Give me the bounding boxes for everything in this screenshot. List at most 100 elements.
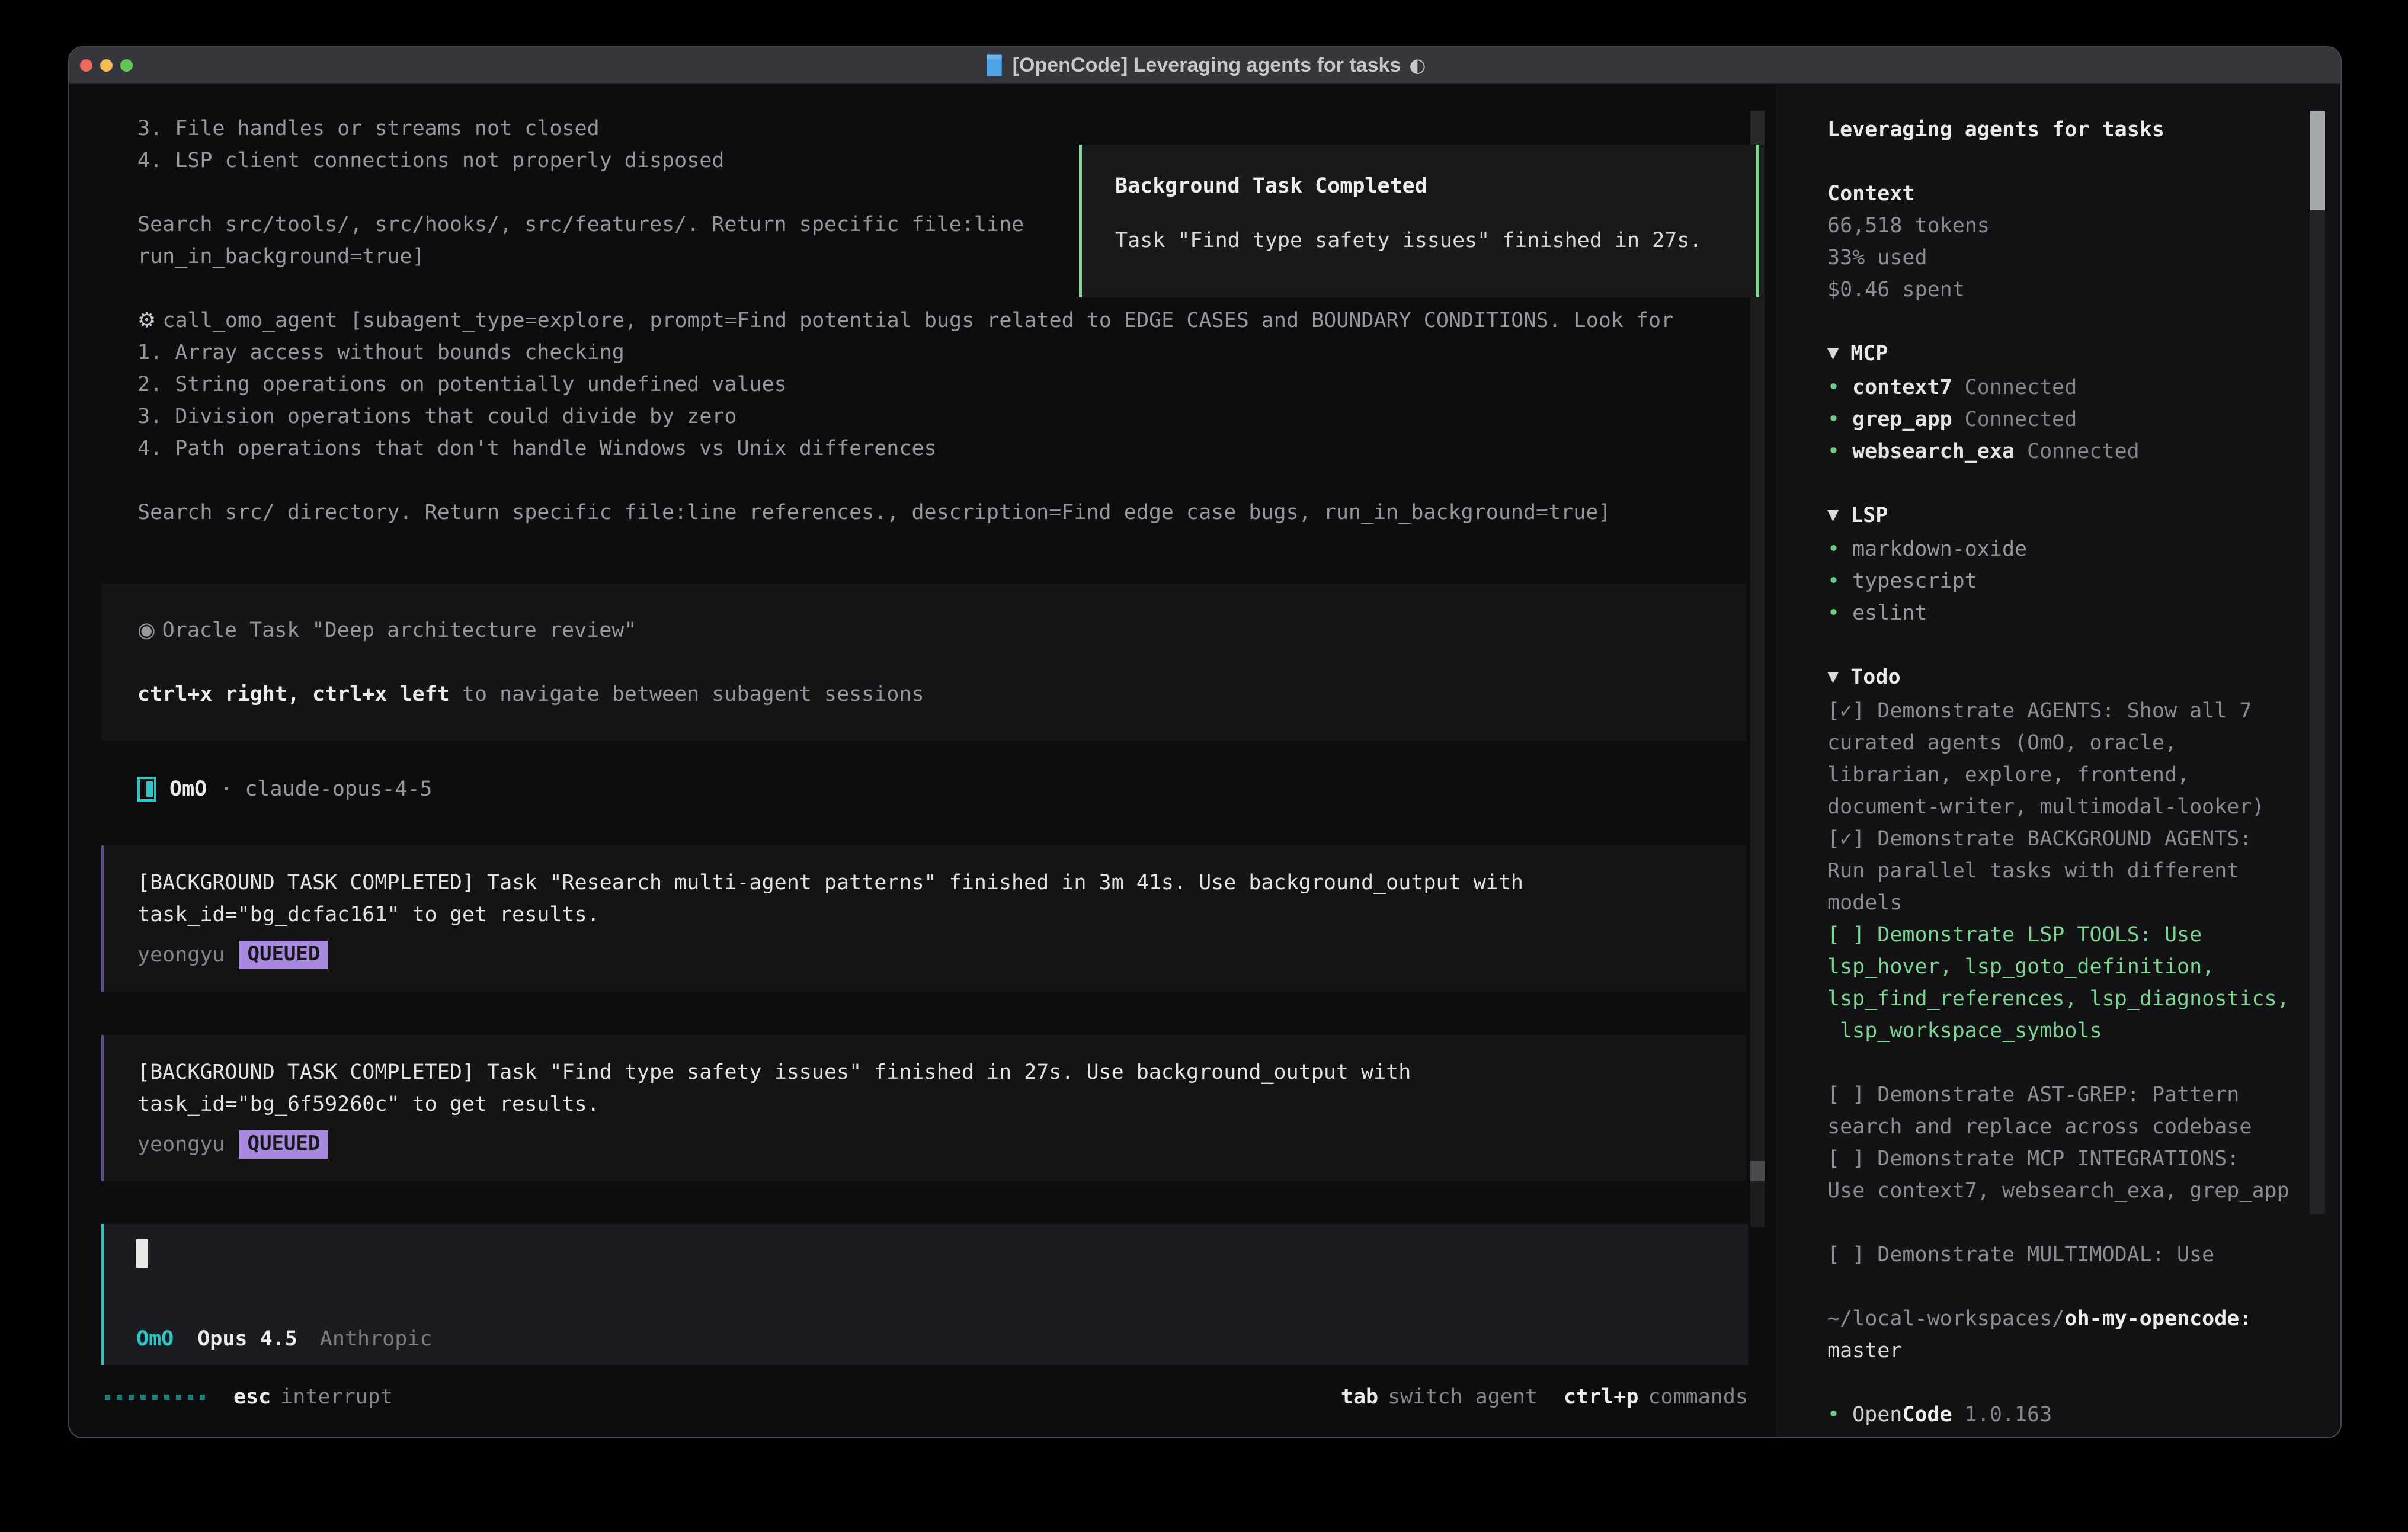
status-dot-icon: • — [1827, 569, 1840, 593]
ctrlp-key-hint: ctrl+p — [1564, 1385, 1638, 1409]
lsp-item: •markdown-oxide — [1827, 533, 2308, 565]
log-line: 1. Array access without bounds checking — [137, 336, 1755, 368]
mcp-item: •grep_appConnected — [1827, 403, 2308, 435]
message-body: [BACKGROUND TASK COMPLETED] Task "Find t… — [137, 1056, 1746, 1120]
workspace-path: ~/local-workspaces/oh-my-opencode: — [1827, 1303, 2308, 1335]
spinner-dot — [140, 1395, 146, 1400]
prompt-input[interactable]: OmO Opus 4.5 Anthropic — [101, 1224, 1748, 1365]
todo-item: [✓] Demonstrate BACKGROUND AGENTS: Run p… — [1827, 823, 2308, 919]
message-user: yeongyu — [137, 1129, 225, 1161]
spinner-dot — [129, 1395, 134, 1400]
input-meta: OmO Opus 4.5 Anthropic — [136, 1327, 432, 1351]
oracle-hint-keys: ctrl+x right, ctrl+x left — [137, 682, 450, 706]
esc-key-hint: esc — [233, 1385, 271, 1409]
log-line: 4. Path operations that don't handle Win… — [137, 432, 1755, 464]
status-dot-icon: • — [1827, 601, 1840, 625]
agent-model: · claude-opus-4-5 — [220, 777, 432, 801]
input-model-name: Opus 4.5 — [197, 1327, 297, 1351]
status-dot-icon: • — [1827, 376, 1840, 399]
thinking-indicator-icon: ◐ — [1409, 54, 1426, 76]
document-icon — [984, 53, 1004, 77]
oracle-hint-line: ctrl+x right, ctrl+x left to navigate be… — [137, 678, 1746, 710]
todo-item: [ ] Demonstrate AST-GREP: Pattern search… — [1827, 1079, 2308, 1143]
context-spent: $0.46 spent — [1827, 274, 2308, 306]
session-title: Leveraging agents for tasks — [1827, 114, 2308, 146]
sidebar-scrollbar-thumb[interactable] — [2310, 111, 2325, 210]
collapse-triangle-icon: ▼ — [1827, 661, 1839, 693]
message-user: yeongyu — [137, 939, 225, 971]
collapse-triangle-icon: ▼ — [1827, 499, 1839, 531]
log-line: 3. Division operations that could divide… — [137, 400, 1755, 432]
mcp-item: •websearch_exaConnected — [1827, 435, 2308, 467]
tab-key-label: switch agent — [1388, 1385, 1538, 1409]
todo-item: [ ] Demonstrate MULTIMODAL: Use — [1827, 1239, 2308, 1271]
queued-badge: QUEUED — [239, 941, 329, 969]
status-dot-icon: • — [1827, 1403, 1840, 1427]
sidebar: Leveraging agents for tasks Context 66,5… — [1827, 114, 2308, 1431]
oracle-task-icon — [137, 618, 162, 642]
minimize-window-button[interactable] — [100, 59, 113, 72]
todo-item: [ ] Demonstrate LSP TOOLS: Use lsp_hover… — [1827, 919, 2308, 1047]
spinner-dot — [105, 1395, 110, 1400]
status-dot-icon: • — [1827, 537, 1840, 561]
spinner-dot — [200, 1395, 205, 1400]
omo-agent-icon — [137, 777, 156, 802]
todo-section-header[interactable]: ▼Todo — [1827, 661, 2308, 695]
window-title-text: [OpenCode] Leveraging agents for tasks — [1013, 54, 1401, 77]
queued-badge: QUEUED — [239, 1130, 329, 1159]
agent-name: OmO — [169, 777, 207, 801]
log-line — [137, 464, 1755, 496]
opencode-window: [OpenCode] Leveraging agents for tasks ◐… — [68, 46, 2342, 1438]
ctrlp-key-label: commands — [1648, 1385, 1748, 1409]
window-title: [OpenCode] Leveraging agents for tasks ◐ — [984, 53, 1426, 77]
zoom-window-button[interactable] — [120, 59, 133, 72]
spinner-dot — [117, 1395, 122, 1400]
spinner-dot — [188, 1395, 193, 1400]
todo-item: [ ] Demonstrate MCP INTEGRATIONS: Use co… — [1827, 1143, 2308, 1207]
toast-title: Background Task Completed — [1115, 174, 1756, 198]
spinner-dot — [164, 1395, 169, 1400]
log-line: 3. File handles or streams not closed — [137, 113, 1755, 145]
tool-call-line: call_omo_agent [subagent_type=explore, p… — [137, 305, 1755, 336]
background-task-message: [BACKGROUND TASK COMPLETED] Task "Resear… — [101, 845, 1746, 992]
todo-item: [✓] Demonstrate AGENTS: Show all 7 curat… — [1827, 695, 2308, 823]
log-line: 2. String operations on potentially unde… — [137, 368, 1755, 400]
lsp-item: •eslint — [1827, 597, 2308, 629]
workspace-branch: master — [1827, 1335, 2308, 1367]
window-controls — [80, 47, 133, 83]
background-task-toast[interactable]: Background Task Completed Task "Find typ… — [1079, 145, 1759, 297]
status-dot-icon: • — [1827, 440, 1840, 463]
context-used: 33% used — [1827, 242, 2308, 274]
log-line: Search src/ directory. Return specific f… — [137, 496, 1755, 528]
message-body: [BACKGROUND TASK COMPLETED] Task "Resear… — [137, 867, 1746, 931]
toast-body: Task "Find type safety issues" finished … — [1115, 229, 1756, 252]
message-meta: yeongyu QUEUED — [137, 1129, 1746, 1161]
context-heading: Context — [1827, 178, 2308, 210]
desktop: { "window": { "title_text": "[OpenCode] … — [0, 0, 2408, 1532]
opencode-version-row: •OpenCode1.0.163 — [1827, 1399, 2308, 1431]
sidebar-scrollbar[interactable] — [2310, 111, 2325, 1214]
mcp-section-header[interactable]: ▼MCP — [1827, 338, 2308, 371]
spinner-dot — [152, 1395, 158, 1400]
mcp-item: •context7Connected — [1827, 371, 2308, 403]
title-bar: [OpenCode] Leveraging agents for tasks ◐ — [69, 47, 2340, 84]
main-scrollbar-thumb[interactable] — [1750, 1161, 1765, 1181]
oracle-task-line: Oracle Task "Deep architecture review" — [137, 614, 1746, 646]
message-meta: yeongyu QUEUED — [137, 939, 1746, 971]
text-cursor — [136, 1239, 148, 1268]
spinner-dots-icon — [105, 1395, 205, 1400]
context-tokens: 66,518 tokens — [1827, 210, 2308, 242]
close-window-button[interactable] — [80, 59, 92, 72]
lsp-item: •typescript — [1827, 565, 2308, 597]
status-bar-right: tab switch agent ctrl+p commands — [1341, 1385, 1748, 1409]
background-task-message: [BACKGROUND TASK COMPLETED] Task "Find t… — [101, 1035, 1746, 1181]
status-dot-icon: • — [1827, 408, 1840, 431]
status-bar: esc interrupt tab switch agent ctrl+p co… — [105, 1381, 1748, 1413]
esc-key-label: interrupt — [280, 1385, 393, 1409]
oracle-hint-rest: to navigate between subagent sessions — [450, 682, 924, 706]
input-provider-name: Anthropic — [320, 1327, 433, 1351]
agent-header: OmO · claude-opus-4-5 — [137, 773, 432, 805]
spinner-dot — [176, 1395, 181, 1400]
lsp-section-header[interactable]: ▼LSP — [1827, 499, 2308, 533]
input-agent-name: OmO — [136, 1327, 174, 1351]
